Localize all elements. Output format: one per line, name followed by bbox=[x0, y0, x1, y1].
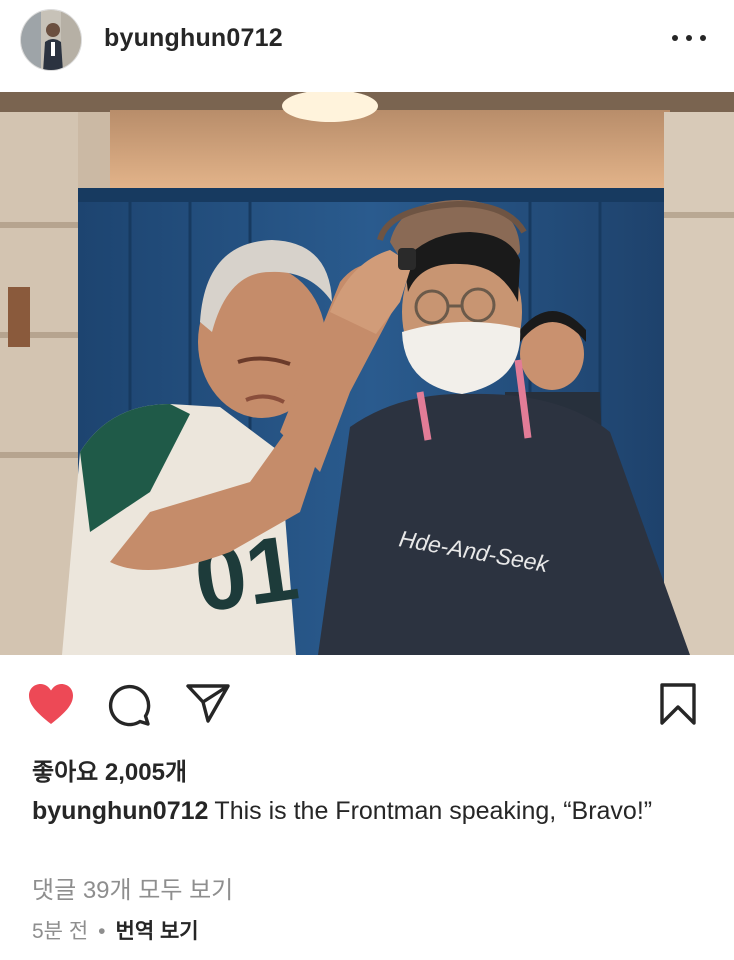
bookmark-icon bbox=[660, 683, 696, 725]
like-button[interactable] bbox=[28, 683, 74, 725]
caption-text: This is the Frontman speaking, “Bravo!” bbox=[214, 797, 653, 825]
post-header: byunghun0712 bbox=[0, 0, 734, 92]
comment-icon bbox=[108, 684, 151, 727]
more-icon bbox=[686, 35, 692, 41]
save-button[interactable] bbox=[660, 683, 696, 725]
more-options-button[interactable] bbox=[672, 28, 706, 48]
comment-button[interactable] bbox=[107, 683, 151, 727]
share-button[interactable] bbox=[186, 683, 230, 723]
see-translation-link[interactable]: 번역 보기 bbox=[116, 920, 199, 943]
heart-icon bbox=[29, 684, 73, 724]
action-bar bbox=[0, 655, 734, 751]
avatar[interactable] bbox=[20, 9, 82, 71]
caption-username[interactable]: byunghun0712 bbox=[32, 797, 208, 825]
meta-separator: • bbox=[98, 920, 106, 943]
view-all-comments-link[interactable]: 댓글 39개 모두 보기 bbox=[32, 870, 233, 905]
post-username[interactable]: byunghun0712 bbox=[104, 24, 283, 53]
share-icon bbox=[186, 684, 230, 723]
more-icon bbox=[700, 35, 706, 41]
likes-count[interactable]: 좋아요 2,005개 bbox=[32, 752, 187, 787]
post-photo[interactable]: 01 Hde-And-Seek bbox=[0, 92, 734, 655]
more-icon bbox=[672, 35, 678, 41]
post-time: 5분 전 bbox=[32, 920, 89, 943]
post-meta: 5분 전 • 번역 보기 bbox=[32, 915, 199, 945]
caption: byunghun0712 This is the Frontman speakin… bbox=[32, 795, 712, 828]
